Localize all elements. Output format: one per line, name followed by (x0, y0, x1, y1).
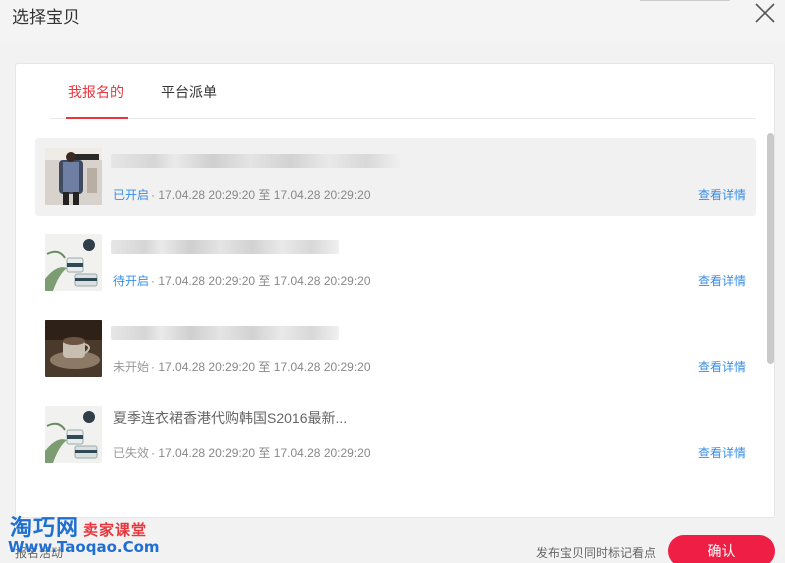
confirm-button[interactable]: 确认 (668, 535, 775, 563)
item-time: · 17.04.28 20:29:20 至 17.04.28 20:29:20 (151, 188, 371, 202)
item-title: 夏季连衣裙香港代购韩国S2016最新... (113, 410, 348, 426)
item-time: · 17.04.28 20:29:20 至 17.04.28 20:29:20 (151, 446, 371, 460)
item-status: 已开启 (113, 188, 150, 202)
item-status: 待开启 (113, 274, 150, 288)
item-title-blurred (111, 326, 339, 340)
product-thumbnail (45, 148, 102, 205)
active-tab-indicator (66, 117, 128, 119)
view-details-link[interactable]: 查看详情 (698, 186, 746, 203)
list-item[interactable]: 未开始 · 17.04.28 20:29:20 至 17.04.28 20:29:… (35, 310, 756, 388)
item-meta: 已开启 · 17.04.28 20:29:20 至 17.04.28 20:29:… (113, 186, 371, 203)
item-status: 未开始 (113, 360, 150, 374)
dialog-title: 选择宝贝 (12, 8, 80, 27)
tab-platform-dispatch[interactable]: 平台派单 (161, 82, 217, 102)
view-details-link[interactable]: 查看详情 (698, 272, 746, 289)
product-thumbnail (45, 320, 102, 377)
list-item[interactable]: 已开启 · 17.04.28 20:29:20 至 17.04.28 20:29:… (35, 138, 756, 216)
item-time: · 17.04.28 20:29:20 至 17.04.28 20:29:20 (151, 274, 371, 288)
product-thumbnail (45, 406, 102, 463)
item-meta: 未开始 · 17.04.28 20:29:20 至 17.04.28 20:29:… (113, 358, 371, 375)
watermark-url: Www.Taoqao.Com (8, 538, 160, 556)
item-meta: 已失效 · 17.04.28 20:29:20 至 17.04.28 20:29:… (113, 444, 371, 461)
watermark-name: 淘巧网 (10, 515, 80, 540)
list-item[interactable]: 夏季连衣裙香港代购韩国S2016最新... 已失效 · 17.04.28 20:2… (35, 396, 756, 474)
product-thumbnail (45, 234, 102, 291)
item-panel: 我报名的 平台派单 已开启 · 17.04.28 20:29:20 至 17.04… (15, 63, 775, 518)
tab-bar: 我报名的 平台派单 (50, 64, 756, 119)
item-time: · 17.04.28 20:29:20 至 17.04.28 20:29:20 (151, 360, 371, 374)
list-scrollbar[interactable] (767, 133, 774, 364)
footer-hint: 发布宝贝同时标记看点 (536, 546, 657, 560)
item-meta: 待开启 · 17.04.28 20:29:20 至 17.04.28 20:29:… (113, 272, 371, 289)
item-title-blurred (111, 154, 401, 168)
close-icon[interactable] (754, 2, 776, 24)
tab-my-registered[interactable]: 我报名的 (68, 82, 124, 102)
view-details-link[interactable]: 查看详情 (698, 444, 746, 461)
view-details-link[interactable]: 查看详情 (698, 358, 746, 375)
item-status: 已失效 (113, 446, 150, 460)
list-item[interactable]: 待开启 · 17.04.28 20:29:20 至 17.04.28 20:29:… (35, 224, 756, 302)
dialog-titlebar: 选择宝贝 (0, 0, 785, 44)
watermark-sub: 卖家课堂 (83, 522, 148, 539)
titlebar-edge (640, 0, 730, 1)
item-title-blurred (111, 240, 339, 254)
